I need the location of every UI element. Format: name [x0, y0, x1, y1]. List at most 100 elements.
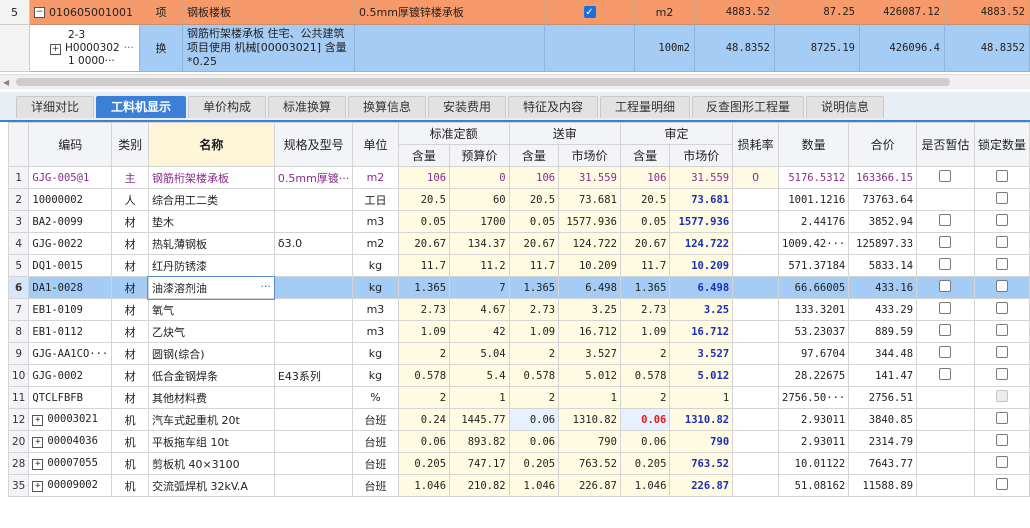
cell-app-price[interactable]: 16.712 [669, 320, 734, 343]
tab-unit-price-composition[interactable]: 单价构成 [188, 96, 266, 118]
quota-row-5[interactable]: 5 − 010605001001 项 钢板楼板 0.5mm厚镀锌楼承板 ✓ m2… [0, 0, 1030, 25]
cell-unit[interactable]: 工日 [352, 188, 399, 211]
cell-name[interactable]: 交流弧焊机 32kV.A [147, 474, 275, 497]
header-spec[interactable]: 规格及型号 [273, 122, 354, 167]
cell-loss-rate[interactable]: 0 [732, 166, 779, 189]
cell-sub-price[interactable]: 226.87 [558, 474, 621, 497]
cell-sub-qty[interactable]: 2.73 [508, 298, 560, 321]
cell-std-price[interactable]: 7 [449, 276, 510, 299]
header-name[interactable]: 名称 [147, 122, 275, 167]
scroll-left-icon[interactable]: ◀ [3, 78, 9, 87]
lock-checkbox[interactable] [995, 280, 1008, 292]
cell-app-qty[interactable]: 106 [619, 166, 671, 189]
cell-loss-rate[interactable] [732, 408, 779, 431]
cell-sub-qty[interactable]: 11.7 [508, 254, 560, 277]
lock-checkbox[interactable] [995, 478, 1008, 490]
cell-spec[interactable] [273, 276, 354, 299]
horizontal-scrollbar[interactable]: ◀ [0, 74, 1030, 89]
cell-std-qty[interactable]: 20.67 [397, 232, 451, 255]
cell-unit[interactable]: 台班 [352, 474, 399, 497]
table-row[interactable]: 3 BA2-0099 材 垫木 m3 0.05 1700 0.05 1577.9… [7, 210, 1030, 233]
cell-std-price[interactable]: 1700 [449, 210, 510, 233]
cell-spec[interactable]: E43系列 [273, 364, 354, 387]
cell-unit[interactable]: 台班 [352, 430, 399, 453]
cell-std-price[interactable]: 893.82 [449, 430, 510, 453]
cell-loss-rate[interactable] [732, 232, 779, 255]
sub-quota-code-cell[interactable]: 2-3 + H0000302 ··· 1 0000··· [30, 25, 140, 72]
expand-icon[interactable]: + [32, 481, 44, 492]
tentative-checkbox[interactable] [939, 258, 952, 270]
cell-std-price[interactable]: 11.2 [449, 254, 510, 277]
cell-spec[interactable] [273, 210, 354, 233]
cell-app-qty[interactable]: 2.73 [619, 298, 671, 321]
cell-loss-rate[interactable] [732, 452, 779, 475]
table-row-selected[interactable]: 6 DA1-0028 材 油漆溶剂油 ··· kg 1.365 7 1.365 6… [7, 275, 1030, 300]
cell-loss-rate[interactable] [732, 188, 779, 211]
cell-std-price[interactable]: 0 [449, 166, 510, 189]
checked-checkbox[interactable]: ✓ [583, 6, 596, 18]
cell-app-qty[interactable]: 11.7 [619, 254, 671, 277]
cell-sub-price[interactable]: 6.498 [558, 276, 621, 299]
cell-spec[interactable] [273, 386, 354, 409]
cell-category[interactable]: 材 [111, 386, 149, 409]
header-app-market-price[interactable]: 市场价 [669, 144, 734, 167]
scrollbar-thumb[interactable] [16, 78, 950, 86]
cell-lock[interactable] [973, 320, 1030, 343]
cell-app-price[interactable]: 5.012 [669, 364, 734, 387]
tab-conversion-info[interactable]: 换算信息 [348, 96, 426, 118]
table-row[interactable]: 35 +00009002 机 交流弧焊机 32kV.A 台班 1.046 210… [7, 474, 1030, 497]
cell-loss-rate[interactable] [732, 210, 779, 233]
cell-unit[interactable]: m3 [352, 320, 399, 343]
cell-app-qty[interactable]: 0.578 [619, 364, 671, 387]
cell-sub-price[interactable]: 124.722 [558, 232, 621, 255]
cell-sub-qty[interactable]: 1.09 [508, 320, 560, 343]
cell-unit[interactable]: 台班 [352, 452, 399, 475]
cell-sub-price[interactable]: 1310.82 [558, 408, 621, 431]
cell-std-qty[interactable]: 1.046 [397, 474, 451, 497]
cell-app-price[interactable]: 73.681 [669, 188, 734, 211]
cell-name[interactable]: 综合用工二类 [147, 188, 275, 211]
table-row[interactable]: 1 GJG-005@1 主 钢筋桁架楼承板 0.5mm厚镀··· m2 106 … [7, 166, 1030, 189]
cell-tentative[interactable] [916, 364, 975, 387]
header-lock-quantity[interactable]: 锁定数量 [973, 122, 1030, 167]
header-tentative[interactable]: 是否暂估 [916, 122, 975, 167]
cell-spec[interactable] [273, 188, 354, 211]
cell-unit[interactable]: 台班 [352, 408, 399, 431]
tab-reverse-graphic-quantity[interactable]: 反查图形工程量 [692, 96, 804, 118]
cell-loss-rate[interactable] [732, 430, 779, 453]
cell-app-qty[interactable]: 2 [619, 386, 671, 409]
cell-lock[interactable] [973, 210, 1030, 233]
table-row[interactable]: 2 10000002 人 综合用工二类 工日 20.5 60 20.5 73.6… [7, 188, 1030, 211]
cell-sub-qty[interactable]: 0.06 [508, 430, 560, 453]
cell-app-price[interactable]: 6.498 [669, 276, 734, 299]
table-row[interactable]: 11 QTCLFBFB 材 其他材料费 % 2 1 2 1 2 1 2756.5… [7, 386, 1030, 409]
sub-quota-row[interactable]: 2-3 + H0000302 ··· 1 0000··· 换 钢筋桁架楼承板 住宅、… [0, 25, 1030, 72]
cell-spec[interactable] [273, 342, 354, 365]
header-total[interactable]: 合价 [848, 122, 918, 167]
quota-code-cell[interactable]: − 010605001001 [30, 0, 140, 25]
cell-app-qty[interactable]: 20.5 [619, 188, 671, 211]
tentative-checkbox[interactable] [939, 280, 952, 292]
cell-code[interactable]: GJG-0002 [28, 364, 113, 387]
lock-checkbox[interactable] [995, 302, 1008, 314]
header-sub-market-price[interactable]: 市场价 [558, 144, 621, 167]
cell-code[interactable]: +00009002 [28, 474, 113, 497]
cell-name[interactable]: 其他材料费 [147, 386, 275, 409]
table-row[interactable]: 28 +00007055 机 剪板机 40×3100 台班 0.205 747.… [7, 452, 1030, 475]
cell-app-qty[interactable]: 0.05 [619, 210, 671, 233]
cell-loss-rate[interactable] [732, 474, 779, 497]
cell-code[interactable]: GJG-005@1 [28, 166, 113, 189]
cell-sub-qty[interactable]: 0.205 [508, 452, 560, 475]
cell-name-editing[interactable]: 油漆溶剂油 ··· [147, 275, 276, 300]
cell-std-qty[interactable]: 20.5 [397, 188, 451, 211]
cell-app-qty[interactable]: 20.67 [619, 232, 671, 255]
cell-spec[interactable] [273, 452, 354, 475]
tab-description[interactable]: 说明信息 [806, 96, 884, 118]
cell-code[interactable]: GJG-0022 [28, 232, 113, 255]
cell-category[interactable]: 机 [111, 408, 149, 431]
cell-tentative[interactable] [916, 232, 975, 255]
header-sub-qty[interactable]: 含量 [508, 144, 560, 167]
cell-category[interactable]: 材 [111, 342, 149, 365]
table-row[interactable]: 4 GJG-0022 材 热轧薄钢板 δ3.0 m2 20.67 134.37 … [7, 232, 1030, 255]
cell-std-price[interactable]: 747.17 [449, 452, 510, 475]
